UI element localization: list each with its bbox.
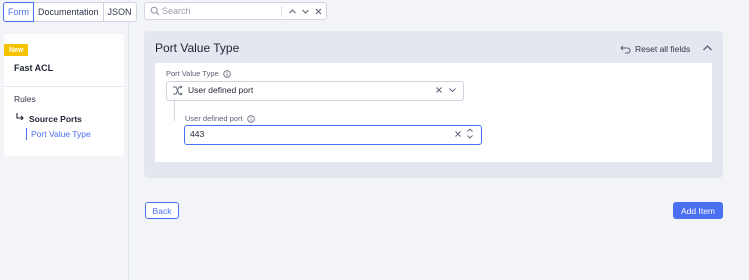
port-value-type-selected: User defined port: [188, 85, 254, 95]
port-value-type-select[interactable]: User defined port: [166, 81, 464, 101]
undo-icon: [620, 45, 631, 54]
reset-label: Reset all fields: [635, 44, 691, 54]
tab-json[interactable]: JSON: [103, 2, 137, 22]
view-tabs: Form Documentation JSON: [3, 2, 137, 22]
port-value-type-label-text: Port Value Type: [166, 69, 219, 78]
section-title: Port Value Type: [155, 41, 240, 55]
sidebar-item-port-value-type[interactable]: Port Value Type: [26, 128, 91, 140]
navigation-card: New Fast ACL Rules Source Ports Port Val…: [4, 34, 124, 156]
chevron-down-icon[interactable]: [448, 86, 457, 94]
next-result-icon[interactable]: [300, 6, 311, 17]
add-item-button[interactable]: Add Item: [673, 202, 723, 219]
port-value-type-label: Port Value Type: [166, 69, 231, 78]
sidebar-item-rules[interactable]: Rules: [14, 94, 36, 104]
search-icon: [150, 6, 160, 16]
reset-all-fields-button[interactable]: Reset all fields: [620, 43, 690, 55]
clear-selection-icon[interactable]: [435, 86, 443, 94]
user-defined-port-input[interactable]: [190, 127, 440, 140]
user-defined-port-label: User defined port: [185, 114, 255, 123]
form-panel: Port Value Type User defined port User d…: [155, 63, 712, 162]
increment-icon[interactable]: [466, 127, 474, 133]
acl-title: Fast ACL: [14, 63, 54, 73]
nav-divider: [4, 86, 124, 87]
back-button[interactable]: Back: [145, 202, 179, 219]
new-badge: New: [4, 44, 29, 56]
sidebar-item-source-ports[interactable]: Source Ports: [29, 114, 82, 124]
user-defined-port-field: [184, 125, 482, 145]
info-icon[interactable]: [246, 114, 255, 123]
search-separator: [281, 6, 282, 17]
chevron-up-icon[interactable]: [702, 43, 713, 53]
clear-value-icon[interactable]: [454, 130, 462, 138]
tab-form[interactable]: Form: [3, 2, 34, 22]
return-arrow-icon: [16, 113, 24, 121]
nested-field-indicator: [174, 99, 175, 121]
decrement-icon[interactable]: [466, 134, 474, 140]
user-defined-port-label-text: User defined port: [185, 114, 243, 123]
info-icon[interactable]: [222, 69, 231, 78]
search-input[interactable]: [162, 4, 277, 18]
shuffle-icon: [173, 85, 183, 96]
clear-search-icon[interactable]: [313, 6, 324, 17]
tab-documentation[interactable]: Documentation: [34, 2, 104, 22]
search-bar: [144, 2, 327, 20]
previous-result-icon[interactable]: [287, 6, 298, 17]
